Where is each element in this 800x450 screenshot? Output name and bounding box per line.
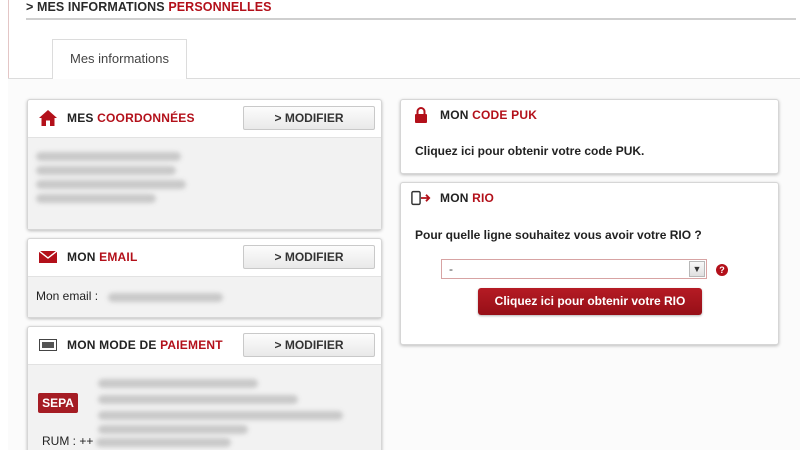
chevron-down-icon[interactable]: ▼ [689,261,705,277]
redacted-text [96,438,231,447]
email-body: Mon email : [28,276,381,317]
redacted-text [98,411,343,420]
paiement-card: MON MODE DE PAIEMENT > MODIFIER SEPA RUM… [27,326,382,450]
redacted-text [98,379,258,388]
redacted-text [98,425,248,434]
puk-title: MON CODE PUK [440,108,538,122]
rio-card: MON RIO Pour quelle ligne souhaitez vous… [400,182,779,345]
rum-label: RUM : ++ [42,434,94,448]
paiement-title: MON MODE DE PAIEMENT [67,338,223,352]
puk-card: MON CODE PUK Cliquez ici pour obtenir vo… [400,99,779,174]
puk-link[interactable]: Cliquez ici pour obtenir votre code PUK. [415,144,644,158]
redacted-text [98,395,298,404]
modify-email-button[interactable]: > MODIFIER [243,245,375,269]
sepa-badge: SEPA [38,393,78,413]
redacted-text [36,152,181,161]
coordonnees-title: MES COORDONNÉES [67,111,195,125]
rio-select-value: - [449,262,453,276]
puk-header: MON CODE PUK [401,100,778,130]
rio-header: MON RIO [401,183,778,213]
lock-icon [411,106,431,124]
paiement-header: MON MODE DE PAIEMENT > MODIFIER [28,327,381,363]
rio-line-select[interactable]: - ▼ [441,259,707,279]
coordonnees-body [28,137,381,229]
redacted-text [108,293,223,302]
get-rio-button[interactable]: Cliquez ici pour obtenir votre RIO [478,288,702,315]
page-title: > MES INFORMATIONS PERSONNELLES [26,0,796,20]
modify-coordonnees-button[interactable]: > MODIFIER [243,106,375,130]
coordonnees-header: MES COORDONNÉES > MODIFIER [28,100,381,136]
card-icon [38,336,58,354]
paiement-body: SEPA RUM : ++ [28,364,381,450]
email-title: MON EMAIL [67,250,138,264]
phone-exit-icon [411,189,431,207]
envelope-icon [38,248,58,266]
help-icon[interactable]: ? [716,264,728,276]
rio-question: Pour quelle ligne souhaitez vous avoir v… [415,228,702,242]
modify-paiement-button[interactable]: > MODIFIER [243,333,375,357]
coordonnees-card: MES COORDONNÉES > MODIFIER [27,99,382,230]
home-icon [38,109,58,127]
rio-title: MON RIO [440,191,495,205]
email-label: Mon email : [36,289,99,303]
tab-mes-informations[interactable]: Mes informations [52,39,187,79]
redacted-text [36,166,176,175]
email-card: MON EMAIL > MODIFIER Mon email : [27,238,382,318]
redacted-text [36,194,156,203]
redacted-text [36,180,186,189]
email-header: MON EMAIL > MODIFIER [28,239,381,275]
